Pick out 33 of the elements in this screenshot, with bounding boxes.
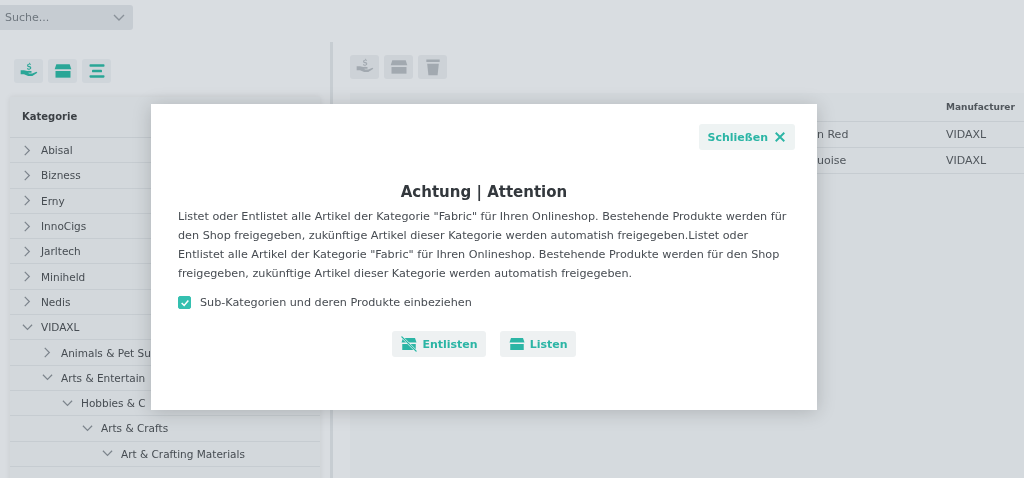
table-cell: VIDAXL: [946, 154, 987, 167]
toolbar-button[interactable]: [48, 59, 77, 83]
store-icon: [388, 57, 409, 77]
checkbox-label: Sub-Kategorien und deren Produkte einbeziehen: [200, 296, 472, 309]
search-field[interactable]: Suche...: [0, 5, 133, 30]
tree-item[interactable]: Art & Crafting Materials: [121, 447, 245, 460]
tree-item[interactable]: InnoCigs: [41, 220, 87, 233]
tree-item[interactable]: Jarltech: [41, 245, 81, 258]
tree-item[interactable]: Arts & Crafts: [101, 422, 169, 435]
tree-item[interactable]: Nedis: [41, 295, 71, 308]
toolbar-button[interactable]: [14, 59, 43, 83]
store-crossed-icon: [400, 335, 419, 353]
column-header: Manufacturer: [946, 102, 1015, 112]
table-cell-text: n Red: [817, 128, 850, 141]
tree-item[interactable]: Animals & Pet Su: [61, 346, 151, 359]
store-icon: [52, 61, 73, 81]
tree-item[interactable]: Hobbies & C: [81, 397, 146, 410]
table-cell-text: uoise: [817, 154, 848, 167]
store-icon: [507, 335, 526, 353]
dialog-title: Achtung | Attention: [399, 183, 569, 201]
close-icon: [774, 131, 786, 143]
table-cell: VIDAXL: [946, 128, 987, 141]
tree-item[interactable]: Erny: [41, 194, 65, 207]
tree-item[interactable]: Miniheld: [41, 270, 86, 283]
tree-item[interactable]: Abisal: [41, 144, 73, 157]
dialog-message: Listet oder Entlistet alle Artikel der Kategorie "Fabric" für Ihren Onlineshop. Bestehende Produkte werden für den Shop freigegeben, zukünftige Artikel dieser Kategorie werden automatish freigegeben.Listet oder Entlistet alle Artikel der Kategorie "Fabric" für Ihren Onlineshop. Bestehende Produkte werden für den Shop freigegeben, zukünftige Artikel dieser Kategorie werden automatish freigegeben.: [178, 209, 788, 282]
toolbar-button[interactable]: [82, 59, 111, 83]
checkbox[interactable]: [178, 296, 191, 309]
tree-item[interactable]: VIDAXL: [41, 321, 80, 334]
chevron-down-icon: [113, 14, 125, 22]
tree-item[interactable]: Bizness: [41, 169, 81, 182]
check-icon: [179, 297, 190, 308]
tree-item[interactable]: Arts & Entertain: [61, 371, 146, 384]
